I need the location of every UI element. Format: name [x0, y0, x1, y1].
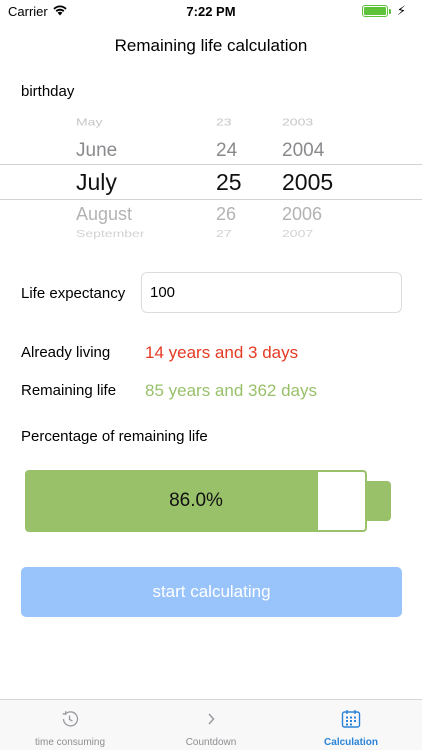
birthday-label: birthday [21, 83, 75, 100]
battery-nub [389, 9, 391, 14]
tab-label: Countdown [185, 737, 237, 748]
charging-bolt-icon: ⚡ [396, 3, 406, 18]
picker-day-option[interactable]: 26 [216, 204, 236, 225]
life-expectancy-label: Life expectancy [21, 285, 126, 302]
percentage-label: Percentage of remaining life [21, 428, 208, 445]
picker-day-option[interactable]: 27 [216, 228, 232, 239]
birthday-date-picker[interactable]: May June July August September 23 24 25 … [0, 114, 422, 246]
picker-month-option[interactable]: August [76, 204, 132, 225]
picker-year-option[interactable]: 2007 [282, 228, 313, 239]
picker-day-option[interactable]: 24 [216, 140, 237, 162]
calendar-icon [341, 710, 361, 728]
life-expectancy-input[interactable] [141, 272, 402, 313]
picker-day-option[interactable]: 23 [216, 116, 232, 128]
tab-calculation[interactable]: Calculation [281, 700, 421, 750]
remaining-life-value: 85 years and 362 days [145, 381, 318, 400]
remaining-life-battery: 86.0% [25, 470, 367, 532]
status-time: 7:22 PM [186, 4, 236, 19]
picker-selection-band [0, 164, 422, 200]
tab-time-consuming[interactable]: time consuming [0, 700, 140, 750]
tab-label: Calculation [324, 737, 378, 748]
already-living-label: Already living [21, 344, 111, 361]
picker-month-option[interactable]: May [76, 116, 102, 128]
tab-bar: time consuming Countdown Calculation [0, 699, 422, 750]
picker-month-selected[interactable]: July [76, 169, 117, 196]
picker-year-selected[interactable]: 2005 [282, 169, 333, 196]
remaining-life-percentage: 86.0% [169, 490, 223, 511]
history-clock-icon [62, 711, 79, 727]
picker-year-option[interactable]: 2004 [282, 140, 324, 162]
tab-label: time consuming [34, 737, 106, 748]
tab-countdown[interactable]: Countdown [141, 700, 281, 750]
battery-icon [362, 5, 388, 17]
picker-day-selected[interactable]: 25 [216, 169, 242, 196]
page-title: Remaining life calculation [114, 36, 308, 55]
status-bar: Carrier 7:22 PM ⚡ [0, 0, 422, 24]
chevron-right-icon [208, 713, 215, 725]
picker-year-option[interactable]: 2006 [282, 204, 322, 225]
picker-year-option[interactable]: 2003 [282, 116, 313, 128]
remaining-life-label: Remaining life [21, 382, 117, 399]
picker-month-option[interactable]: June [76, 140, 117, 162]
already-living-value: 14 years and 3 days [145, 343, 299, 362]
battery-terminal [365, 481, 391, 521]
start-calculating-button[interactable]: start calculating [21, 567, 402, 617]
picker-month-option[interactable]: September [76, 228, 144, 239]
